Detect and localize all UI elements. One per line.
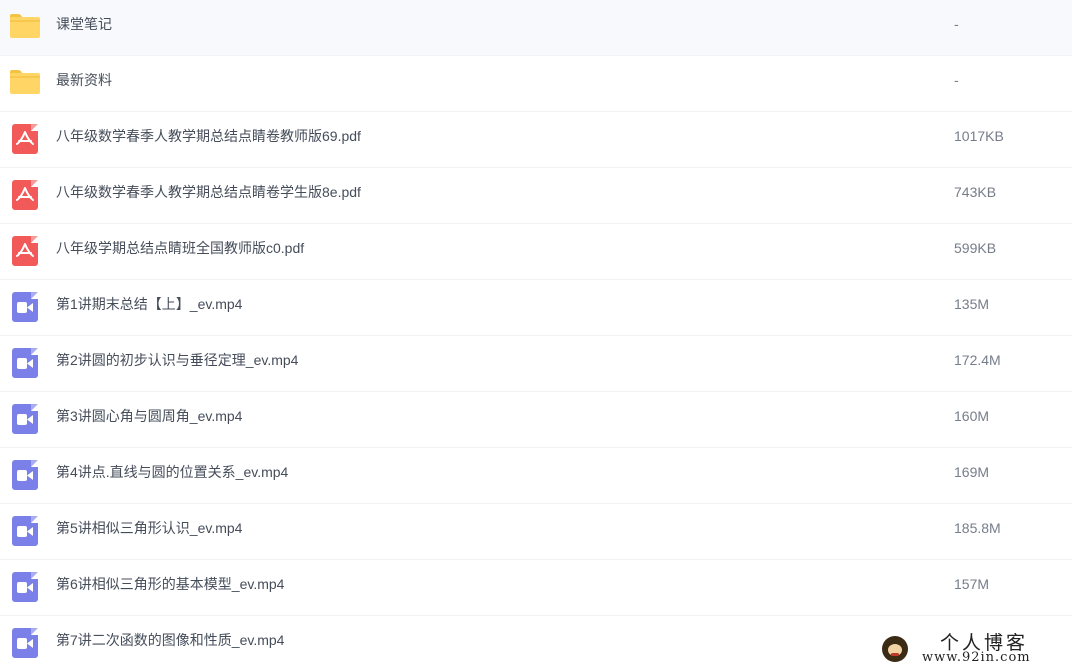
list-item[interactable]: 最新资料 - <box>0 56 1072 112</box>
watermark-url: www.92in.com <box>922 650 1031 665</box>
file-name[interactable]: 第2讲圆的初步认识与垂径定理_ev.mp4 <box>56 336 298 385</box>
list-item[interactable]: 课堂笔记 - <box>0 0 1072 56</box>
file-size: - <box>954 16 959 32</box>
video-icon <box>10 404 40 434</box>
pdf-icon <box>10 180 40 210</box>
file-name[interactable]: 八年级数学春季人教学期总结点睛卷学生版8e.pdf <box>56 168 361 217</box>
file-name[interactable]: 八年级数学春季人教学期总结点睛卷教师版69.pdf <box>56 112 361 161</box>
file-name[interactable]: 第7讲二次函数的图像和性质_ev.mp4 <box>56 616 284 665</box>
file-size: 160M <box>954 408 990 424</box>
pdf-icon <box>10 236 40 266</box>
file-size: 135M <box>954 296 990 312</box>
file-name[interactable]: 第6讲相似三角形的基本模型_ev.mp4 <box>56 560 284 609</box>
list-item[interactable]: 八年级数学春季人教学期总结点睛卷教师版69.pdf 1017KB <box>0 112 1072 168</box>
file-name[interactable]: 第3讲圆心角与圆周角_ev.mp4 <box>56 392 242 441</box>
file-name[interactable]: 八年级学期总结点睛班全国教师版c0.pdf <box>56 224 304 273</box>
video-icon <box>10 460 40 490</box>
file-size: 185.8M <box>954 520 1001 536</box>
list-item[interactable]: 第1讲期末总结【上】_ev.mp4 135M <box>0 280 1072 336</box>
file-size: - <box>954 72 959 88</box>
pdf-icon <box>10 124 40 154</box>
avatar-icon <box>882 636 908 662</box>
file-size: 172.4M <box>954 352 1001 368</box>
list-item[interactable]: 第6讲相似三角形的基本模型_ev.mp4 157M <box>0 560 1072 616</box>
file-list: 课堂笔记 - 最新资料 - 八年级数学春季人教学期总结点睛卷教师版69.pdf … <box>0 0 1072 672</box>
list-item[interactable]: 第3讲圆心角与圆周角_ev.mp4 160M <box>0 392 1072 448</box>
file-name[interactable]: 第5讲相似三角形认识_ev.mp4 <box>56 504 242 553</box>
list-item[interactable]: 第2讲圆的初步认识与垂径定理_ev.mp4 172.4M <box>0 336 1072 392</box>
file-name[interactable]: 第1讲期末总结【上】_ev.mp4 <box>56 280 242 329</box>
list-item[interactable]: 第4讲点.直线与圆的位置关系_ev.mp4 169M <box>0 448 1072 504</box>
list-item[interactable]: 八年级数学春季人教学期总结点睛卷学生版8e.pdf 743KB <box>0 168 1072 224</box>
file-size: 599KB <box>954 240 997 256</box>
video-icon <box>10 516 40 546</box>
watermark: 个人博客 www.92in.com <box>880 630 1072 671</box>
video-icon <box>10 348 40 378</box>
video-icon <box>10 292 40 322</box>
folder-icon <box>10 68 40 98</box>
file-size: 1017KB <box>954 128 1004 144</box>
file-name[interactable]: 最新资料 <box>56 56 112 105</box>
video-icon <box>10 628 40 658</box>
file-size: 157M <box>954 576 990 592</box>
file-size: 169M <box>954 464 990 480</box>
file-name[interactable]: 第4讲点.直线与圆的位置关系_ev.mp4 <box>56 448 288 497</box>
file-name[interactable]: 课堂笔记 <box>56 0 112 49</box>
video-icon <box>10 572 40 602</box>
list-item[interactable]: 八年级学期总结点睛班全国教师版c0.pdf 599KB <box>0 224 1072 280</box>
file-size: 743KB <box>954 184 997 200</box>
list-item[interactable]: 第5讲相似三角形认识_ev.mp4 185.8M <box>0 504 1072 560</box>
folder-icon <box>10 12 40 42</box>
